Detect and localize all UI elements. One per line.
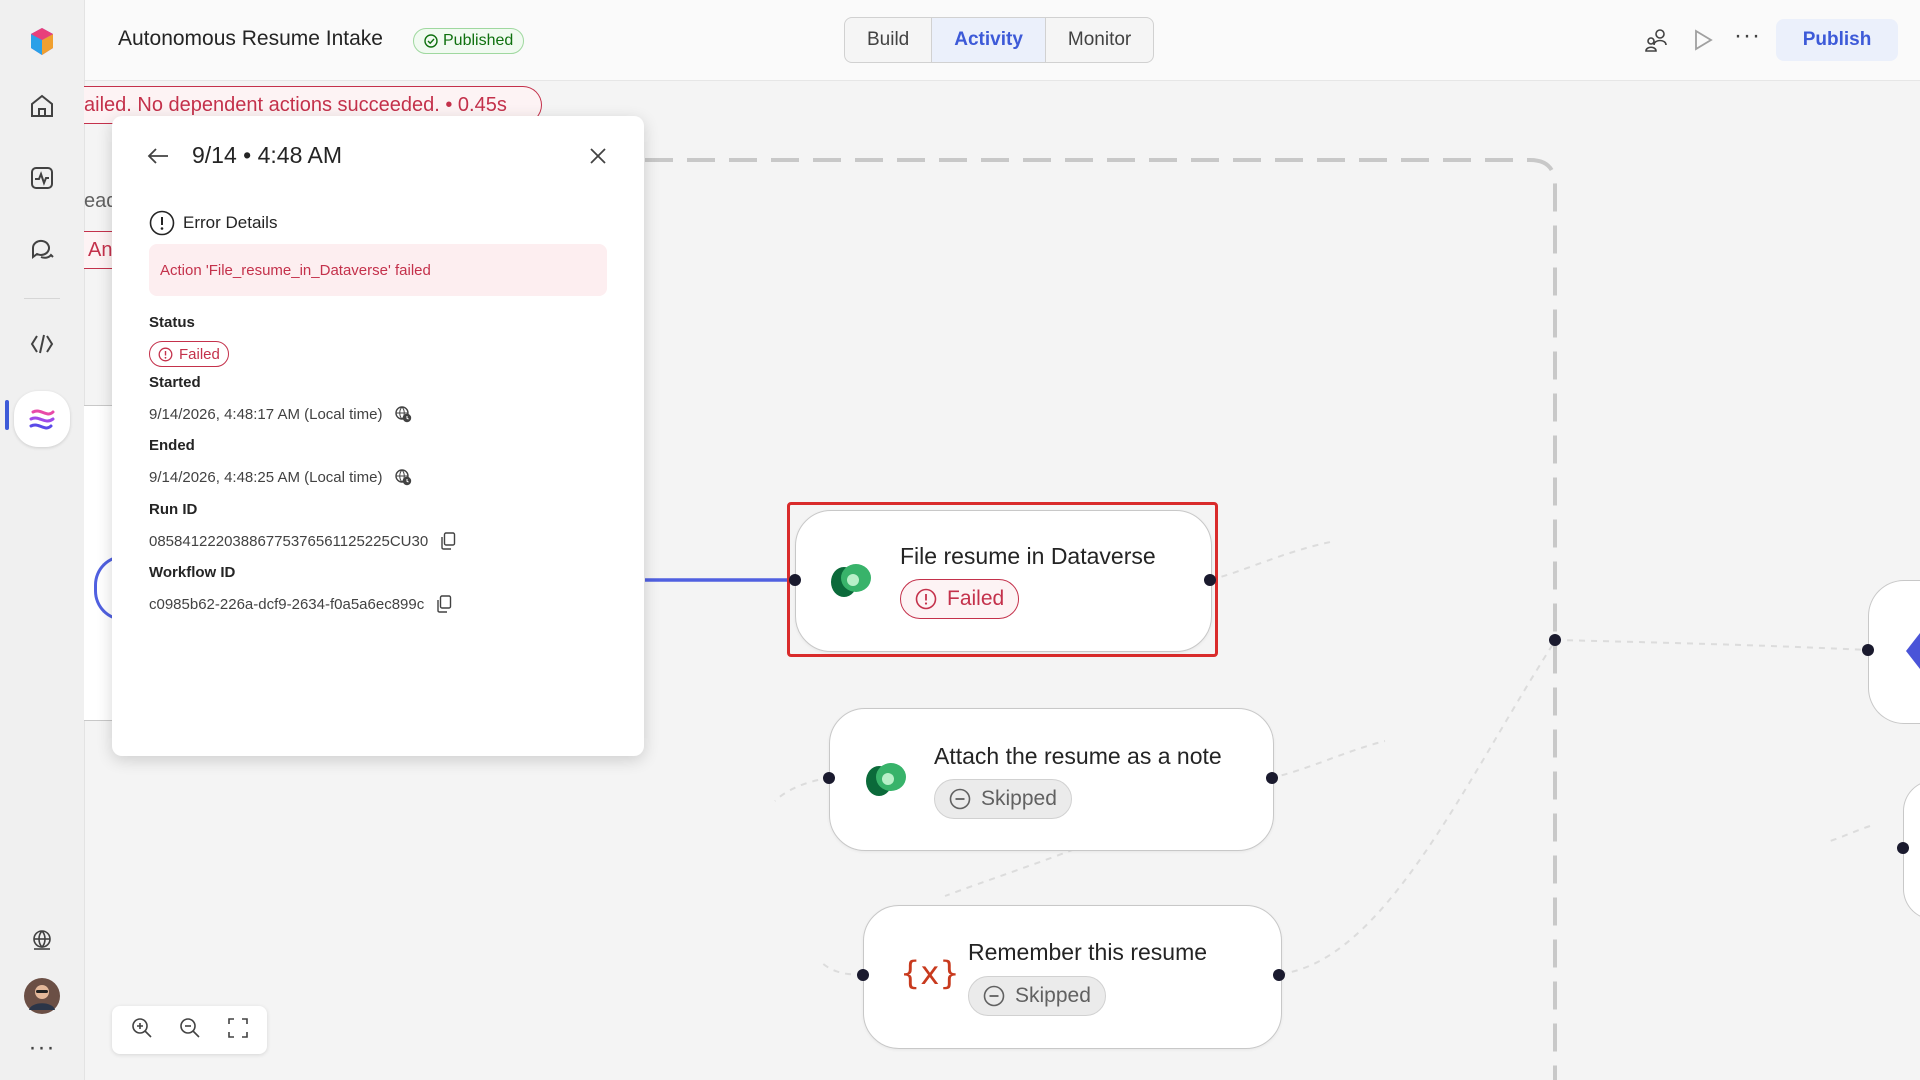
node-attach-note[interactable]: Attach the resume as a note Skipped (829, 708, 1274, 851)
started-label: Started (149, 374, 201, 391)
node-input-port[interactable] (1897, 842, 1909, 854)
user-avatar[interactable] (18, 972, 66, 1020)
error-circle-icon (915, 588, 937, 610)
run-id-row: 08584122203886775376561125225CU30 (149, 532, 456, 550)
app-logo-icon[interactable] (18, 18, 66, 66)
panel-title: 9/14 • 4:48 AM (192, 142, 342, 168)
node-title: File resume in Dataverse (900, 543, 1156, 569)
publish-button[interactable]: Publish (1776, 19, 1898, 61)
globe-icon[interactable] (18, 916, 66, 964)
rail-divider (24, 298, 60, 299)
workflow-id-label: Workflow ID (149, 564, 236, 581)
tab-build[interactable]: Build (845, 18, 933, 62)
node-status-skipped: Skipped (934, 779, 1072, 819)
warning-circle-icon (149, 210, 175, 236)
run-id-value: 08584122203886775376561125225CU30 (149, 532, 429, 550)
dataverse-icon (866, 763, 906, 796)
node-file-resume[interactable]: File resume in Dataverse Failed (795, 510, 1212, 652)
node-input-port[interactable] (857, 969, 869, 981)
ended-label: Ended (149, 437, 195, 454)
skipped-circle-icon (983, 985, 1005, 1007)
tab-activity[interactable]: Activity (932, 18, 1046, 62)
zoom-controls (112, 1006, 267, 1054)
ended-value: 9/14/2026, 4:48:25 AM (Local time) (149, 468, 383, 486)
play-icon[interactable] (1690, 26, 1716, 59)
view-tabs: Build Activity Monitor (844, 17, 1155, 63)
workflows-icon[interactable] (14, 391, 70, 447)
status-badge-label: Published (443, 32, 514, 49)
activity-monitor-icon[interactable] (18, 154, 66, 202)
zoom-out-icon[interactable] (178, 1016, 202, 1045)
node-output-port[interactable] (1273, 969, 1285, 981)
run-status-banner-text: ailed. No dependent actions succeeded. •… (84, 93, 507, 116)
error-details-heading: Error Details (183, 213, 278, 232)
node-output-port[interactable] (1204, 574, 1216, 586)
zoom-in-icon[interactable] (130, 1016, 154, 1045)
node-status-skipped: Skipped (968, 976, 1106, 1016)
skipped-circle-icon (949, 788, 971, 810)
close-icon[interactable] (588, 146, 608, 171)
globe-clock-icon[interactable] (394, 468, 412, 486)
error-details-header: Error Details (149, 210, 277, 236)
check-circle-icon (424, 34, 438, 48)
workflow-id-row: c0985b62-226a-dcf9-2634-f0a5a6ec899c (149, 595, 452, 613)
branch-junction-port[interactable] (1549, 634, 1561, 646)
error-message: Action 'File_resume_in_Dataverse' failed (149, 244, 607, 296)
home-icon[interactable] (18, 82, 66, 130)
diamond-icon (1906, 633, 1920, 669)
node-title: Attach the resume as a note (934, 743, 1222, 769)
copy-icon[interactable] (440, 532, 456, 550)
ended-row: 9/14/2026, 4:48:25 AM (Local time) (149, 468, 412, 486)
copy-icon[interactable] (436, 595, 452, 613)
more-apps-icon[interactable]: ··· (18, 1024, 66, 1072)
variable-icon: {x} (900, 954, 960, 992)
run-details-panel: 9/14 • 4:48 AM Error Details Action 'Fil… (112, 116, 644, 756)
status-label: Status (149, 314, 195, 331)
node-title: Remember this resume (968, 939, 1208, 965)
started-row: 9/14/2026, 4:48:17 AM (Local time) (149, 405, 412, 423)
node-output-port[interactable] (1266, 772, 1278, 784)
back-arrow-icon[interactable] (146, 146, 170, 171)
code-icon[interactable] (18, 320, 66, 368)
rail-active-indicator (5, 400, 9, 430)
status-failed-badge: Failed (149, 341, 229, 367)
dataverse-icon (831, 564, 871, 597)
status-value: Failed (179, 345, 220, 363)
node-remember-resume[interactable]: {x} Remember this resume Skipped (863, 905, 1282, 1049)
app-title: Autonomous Resume Intake (118, 27, 383, 50)
share-users-icon[interactable] (1643, 26, 1671, 59)
node-status-label: Skipped (1015, 984, 1091, 1007)
node-input-port[interactable] (1862, 644, 1874, 656)
node-status-failed: Failed (900, 579, 1020, 619)
status-badge: Published (413, 28, 525, 54)
started-value: 9/14/2026, 4:48:17 AM (Local time) (149, 405, 383, 423)
node-status-label: Failed (947, 587, 1005, 610)
chat-icon[interactable] (18, 225, 66, 273)
left-rail: ··· (0, 0, 85, 1080)
error-circle-icon (158, 347, 173, 361)
node-status-label: Skipped (981, 787, 1057, 810)
globe-clock-icon[interactable] (394, 405, 412, 423)
workflow-id-value: c0985b62-226a-dcf9-2634-f0a5a6ec899c (149, 595, 425, 613)
node-input-port[interactable] (789, 574, 801, 586)
fit-to-screen-icon[interactable] (227, 1017, 249, 1044)
more-options-icon[interactable]: ··· (1734, 22, 1761, 50)
tab-monitor[interactable]: Monitor (1046, 18, 1153, 62)
run-id-label: Run ID (149, 501, 198, 518)
node-input-port[interactable] (823, 772, 835, 784)
